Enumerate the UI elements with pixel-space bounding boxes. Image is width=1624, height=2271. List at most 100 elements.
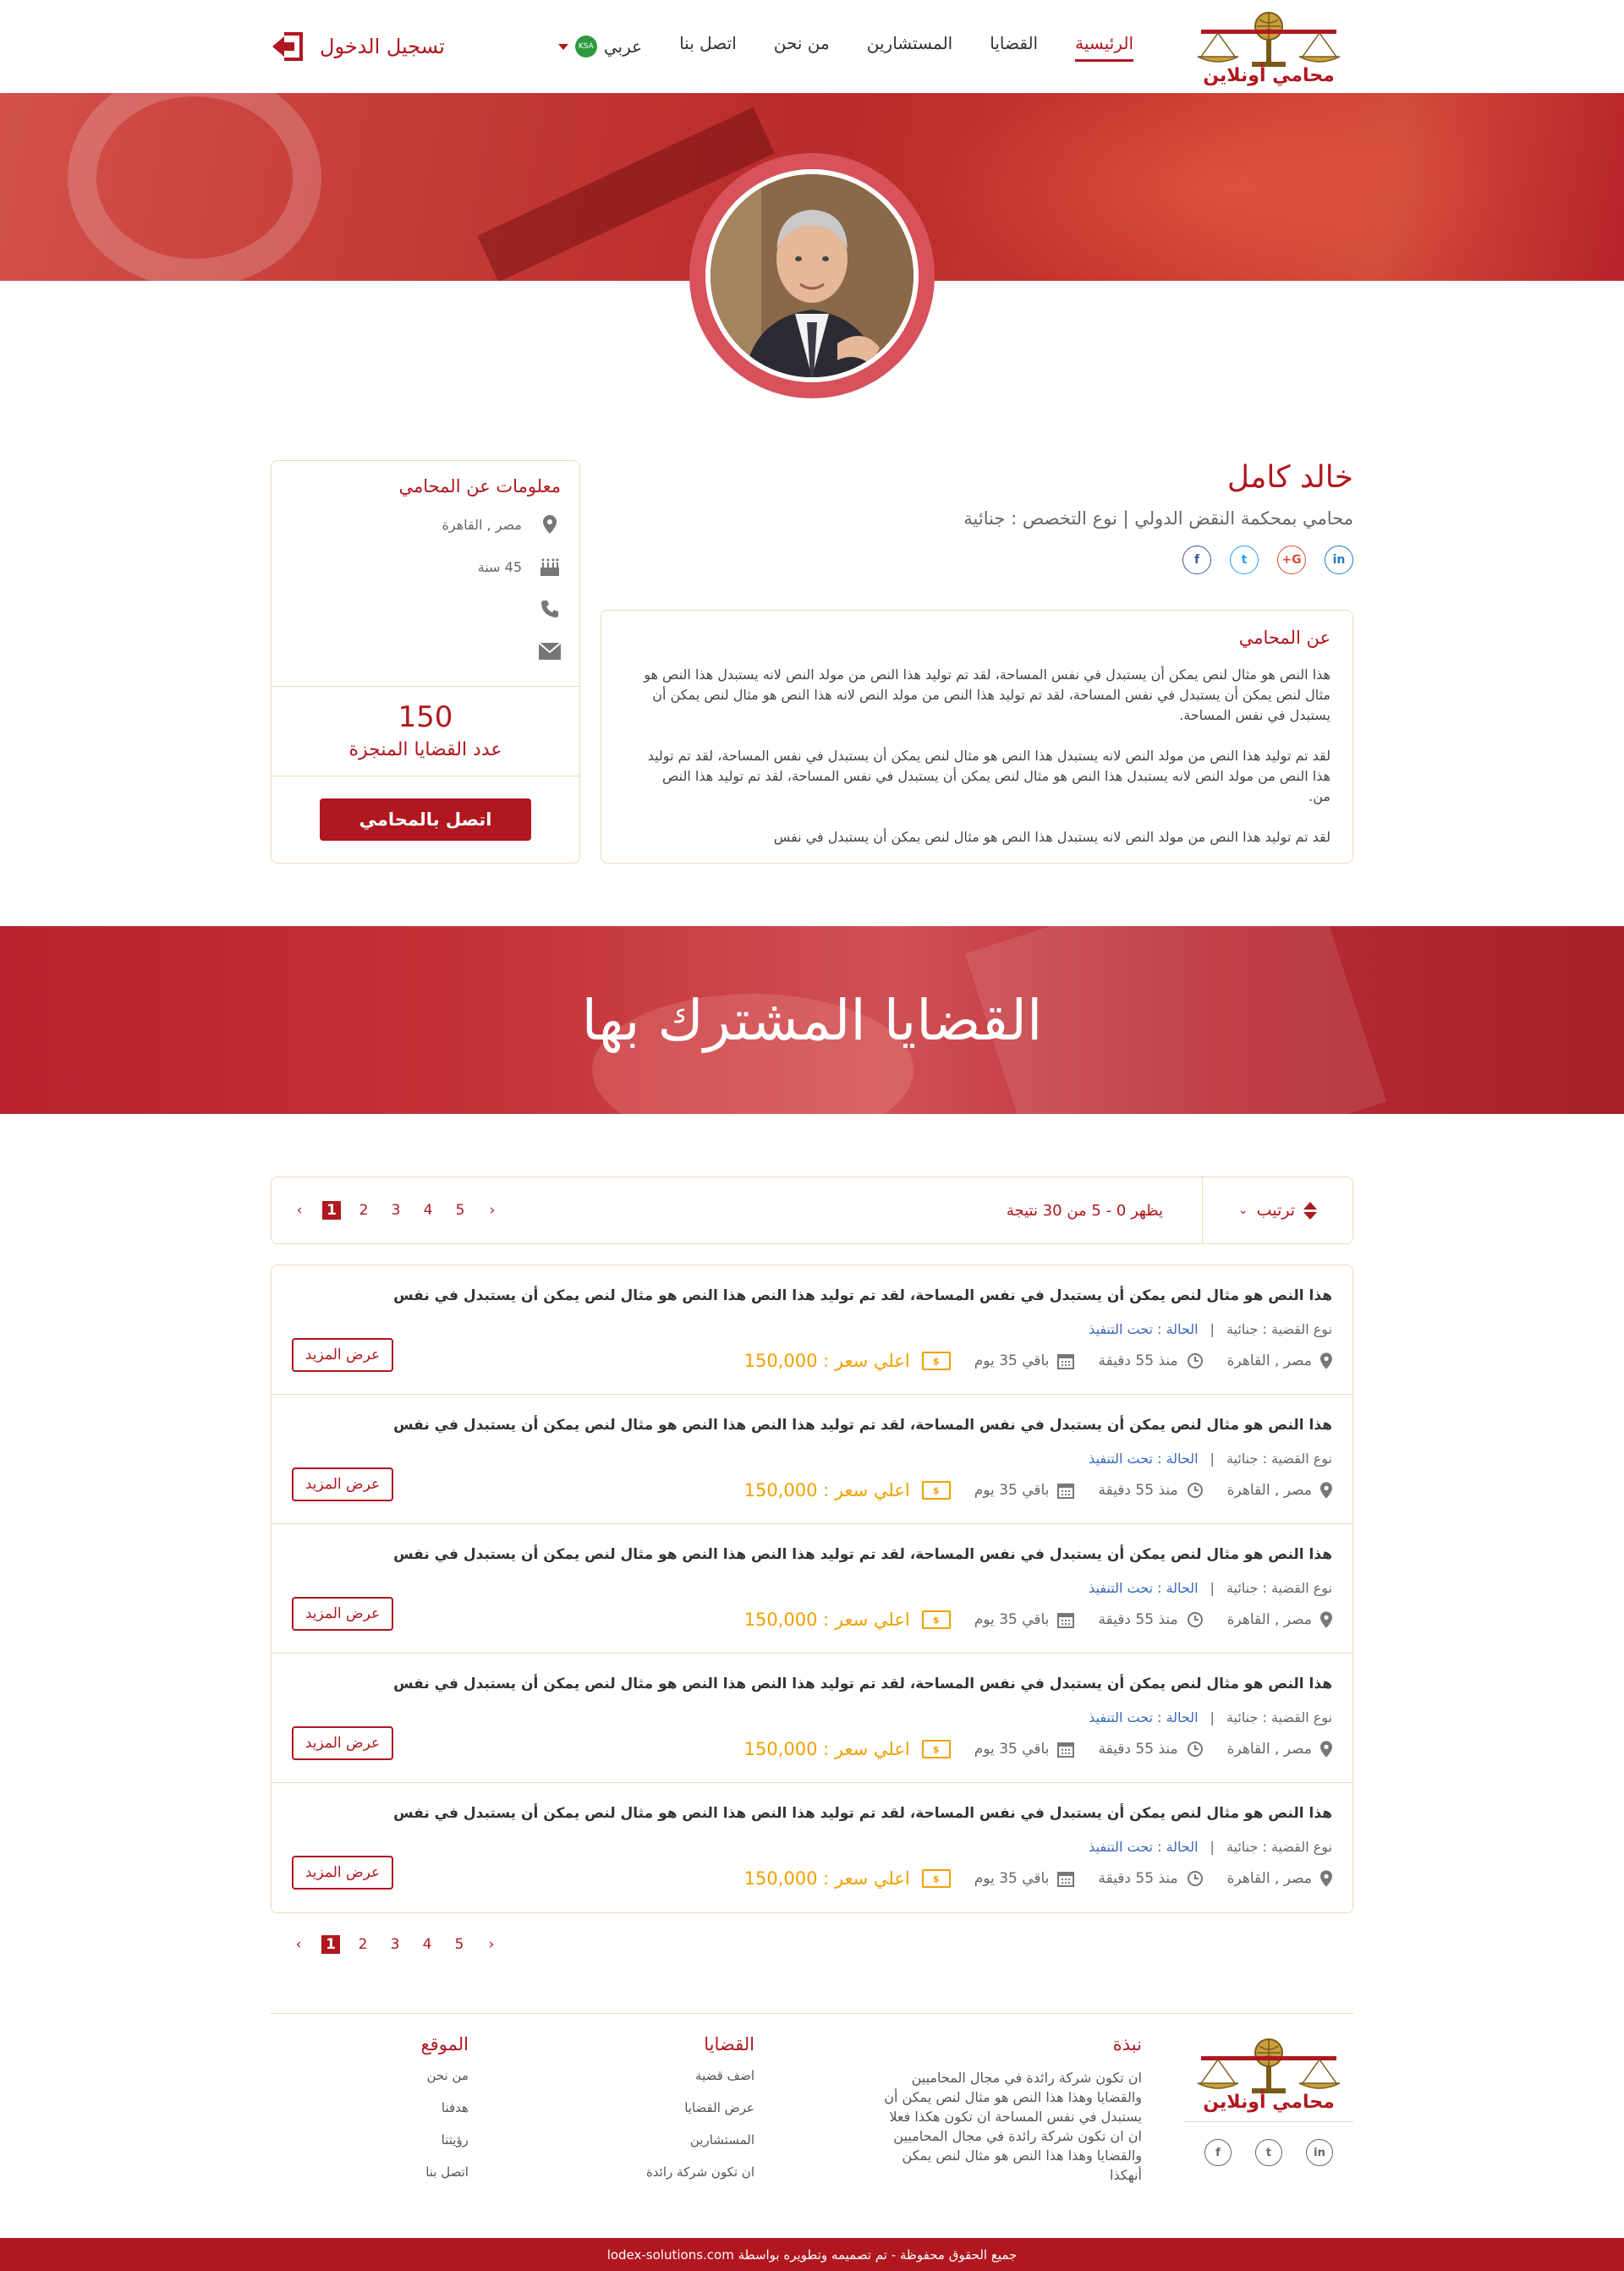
view-more-button[interactable]: عرض المزيد — [292, 1467, 393, 1501]
case-type: نوع القضية : جنائية — [1226, 1839, 1332, 1855]
logo-text: محامي أونلاين — [1203, 64, 1335, 86]
footer-logo: محامي أونلاين in t f — [1184, 2034, 1353, 2166]
page-2[interactable]: 2 — [354, 1201, 373, 1220]
footer-link[interactable]: هدفنا — [421, 2100, 469, 2132]
page-1[interactable]: 1 — [322, 1201, 341, 1220]
case-location: مصر , القاهرة — [1227, 1611, 1332, 1628]
case-meta: نوع القضية : جنائية | الحالة : تحت التنفيذ — [292, 1580, 1332, 1596]
pagination-prev-button[interactable]: ‹ — [290, 1201, 309, 1220]
language-selector[interactable]: عربي KSA — [557, 36, 642, 58]
envelope-icon — [539, 643, 561, 660]
facebook-icon[interactable]: f — [1182, 546, 1211, 574]
footer-link[interactable]: المستشارين — [646, 2132, 754, 2164]
case-remaining: باقي 35 يوم — [974, 1482, 1075, 1499]
divider — [1184, 2121, 1353, 2122]
login-button[interactable]: تسجيل الدخول — [271, 31, 445, 62]
money-icon: $ — [921, 1740, 951, 1758]
footer-about-text: ان تكون شركة رائدة في مجال المحاميين وال… — [884, 2070, 1142, 2183]
sort-dropdown[interactable]: ترتيب ⌄ — [1202, 1177, 1352, 1243]
page-5[interactable]: 5 — [451, 1201, 469, 1220]
twitter-icon[interactable]: t — [1230, 546, 1259, 574]
footer-link[interactable]: عرض القضايا — [646, 2100, 754, 2132]
separator: | — [1210, 1451, 1215, 1467]
profile-main: خالد كامل محامي بمحكمة النقض الدولي | نو… — [601, 460, 1353, 864]
page-1[interactable]: 1 — [321, 1935, 340, 1954]
location-text: مصر , القاهرة — [442, 516, 522, 533]
separator: | — [1210, 1321, 1215, 1337]
case-item: هذا النص هو مثال لنص يمكن أن يستبدل في ن… — [272, 1524, 1352, 1654]
case-title[interactable]: هذا النص هو مثال لنص يمكن أن يستبدل في ن… — [292, 1287, 1332, 1304]
facebook-icon[interactable]: f — [1204, 2139, 1232, 2166]
info-section: معلومات عن المحامي مصر , القاهرة 45 سنة — [272, 461, 579, 687]
clock-icon — [1187, 1612, 1203, 1627]
case-title[interactable]: هذا النص هو مثال لنص يمكن أن يستبدل في ن… — [292, 1805, 1332, 1822]
twitter-icon[interactable]: t — [1255, 2139, 1282, 2166]
logo[interactable]: محامي أونلاين — [1184, 8, 1353, 86]
case-meta: نوع القضية : جنائية | الحالة : تحت التنفيذ — [292, 1839, 1332, 1855]
view-more-button[interactable]: عرض المزيد — [292, 1597, 393, 1631]
case-meta: نوع القضية : جنائية | الحالة : تحت التنفيذ — [292, 1451, 1332, 1467]
footer-link[interactable]: ان تكون شركة رائدة — [646, 2164, 754, 2197]
linkedin-icon[interactable]: in — [1325, 546, 1353, 574]
site-header: محامي أونلاين الرئيسية القضايا المستشاري… — [0, 0, 1624, 93]
pagination-next-button[interactable]: › — [482, 1935, 501, 1954]
results-toolbar: ترتيب ⌄ يظهر 0 - 5 من 30 نتيجة ‹ 1 2 3 4… — [271, 1177, 1353, 1244]
nav-cases[interactable]: القضايا — [990, 33, 1038, 60]
case-location-text: مصر , القاهرة — [1226, 1741, 1312, 1758]
person-icon — [710, 174, 914, 377]
view-more-button[interactable]: عرض المزيد — [292, 1338, 393, 1372]
nav-contact[interactable]: اتصل بنا — [679, 33, 737, 60]
login-icon — [272, 32, 303, 61]
separator: | — [1210, 1580, 1215, 1596]
cases-count-label: عدد القضايا المنجزة — [348, 739, 502, 760]
google-plus-icon[interactable]: G+ — [1277, 546, 1306, 574]
page-3[interactable]: 3 — [386, 1935, 404, 1954]
nav-consultants[interactable]: المستشارين — [867, 33, 952, 60]
case-item: هذا النص هو مثال لنص يمكن أن يستبدل في ن… — [272, 1395, 1352, 1524]
separator: | — [1116, 508, 1129, 529]
footer-link[interactable]: اتصل بنا — [421, 2164, 469, 2197]
pagination-bottom: ‹ 1 2 3 4 5 › — [289, 1935, 501, 1954]
page-4[interactable]: 4 — [419, 1201, 437, 1220]
view-more-button[interactable]: عرض المزيد — [292, 1856, 393, 1890]
view-more-button[interactable]: عرض المزيد — [292, 1726, 393, 1760]
footer-link[interactable]: اضف قضية — [646, 2068, 754, 2100]
info-location: مصر , القاهرة — [290, 503, 561, 546]
footer-link[interactable]: رؤيتنا — [421, 2132, 469, 2164]
case-price-text: اعلي سعر : 150,000 — [743, 1868, 910, 1889]
about-paragraph: لقد تم توليد هذا النص من مولد النص لانه … — [647, 748, 1330, 804]
lawyer-title: محامي بمحكمة النقض الدولي — [1134, 508, 1353, 529]
clock-icon — [1187, 1483, 1203, 1498]
case-time: منذ 55 دقيقة — [1098, 1482, 1203, 1499]
footer-logo-text: محامي أونلاين — [1203, 2092, 1335, 2113]
scales-logo-icon — [1197, 2038, 1341, 2093]
flag-icon: KSA — [574, 36, 597, 58]
linkedin-icon[interactable]: in — [1306, 2139, 1333, 2166]
case-remaining: باقي 35 يوم — [974, 1741, 1075, 1758]
case-meta: نوع القضية : جنائية | الحالة : تحت التنفيذ — [292, 1709, 1332, 1725]
pagination-top: ‹ 1 2 3 4 5 › — [290, 1201, 502, 1220]
page-3[interactable]: 3 — [387, 1201, 405, 1220]
page-2[interactable]: 2 — [354, 1935, 372, 1954]
case-price: $ اعلي سعر : 150,000 — [744, 1480, 951, 1500]
case-time: منذ 55 دقيقة — [1098, 1870, 1203, 1887]
case-title[interactable]: هذا النص هو مثال لنص يمكن أن يستبدل في ن… — [292, 1417, 1332, 1434]
pagination-prev-button[interactable]: ‹ — [289, 1935, 308, 1954]
chevron-down-icon — [557, 43, 568, 50]
footer-link[interactable]: من نحن — [421, 2068, 469, 2100]
case-title[interactable]: هذا النص هو مثال لنص يمكن أن يستبدل في ن… — [292, 1676, 1332, 1692]
case-item: هذا النص هو مثال لنص يمكن أن يستبدل في ن… — [272, 1783, 1352, 1912]
case-time-text: منذ 55 دقيقة — [1098, 1611, 1178, 1628]
case-type: نوع القضية : جنائية — [1226, 1709, 1332, 1725]
pagination-next-button[interactable]: › — [483, 1201, 502, 1220]
page-5[interactable]: 5 — [450, 1935, 469, 1954]
case-time: منذ 55 دقيقة — [1098, 1352, 1203, 1369]
page-4[interactable]: 4 — [418, 1935, 436, 1954]
case-title[interactable]: هذا النص هو مثال لنص يمكن أن يستبدل في ن… — [292, 1546, 1332, 1563]
copyright-bar: جميع الحقوق محفوظة - تم تصميمه وتطويره ب… — [0, 2238, 1624, 2271]
nav-home[interactable]: الرئيسية — [1075, 33, 1133, 62]
nav-about[interactable]: من نحن — [774, 33, 830, 60]
case-price: $ اعلي سعر : 150,000 — [744, 1351, 951, 1371]
info-email — [290, 630, 561, 672]
contact-lawyer-button[interactable]: اتصل بالمحامي — [320, 798, 531, 841]
